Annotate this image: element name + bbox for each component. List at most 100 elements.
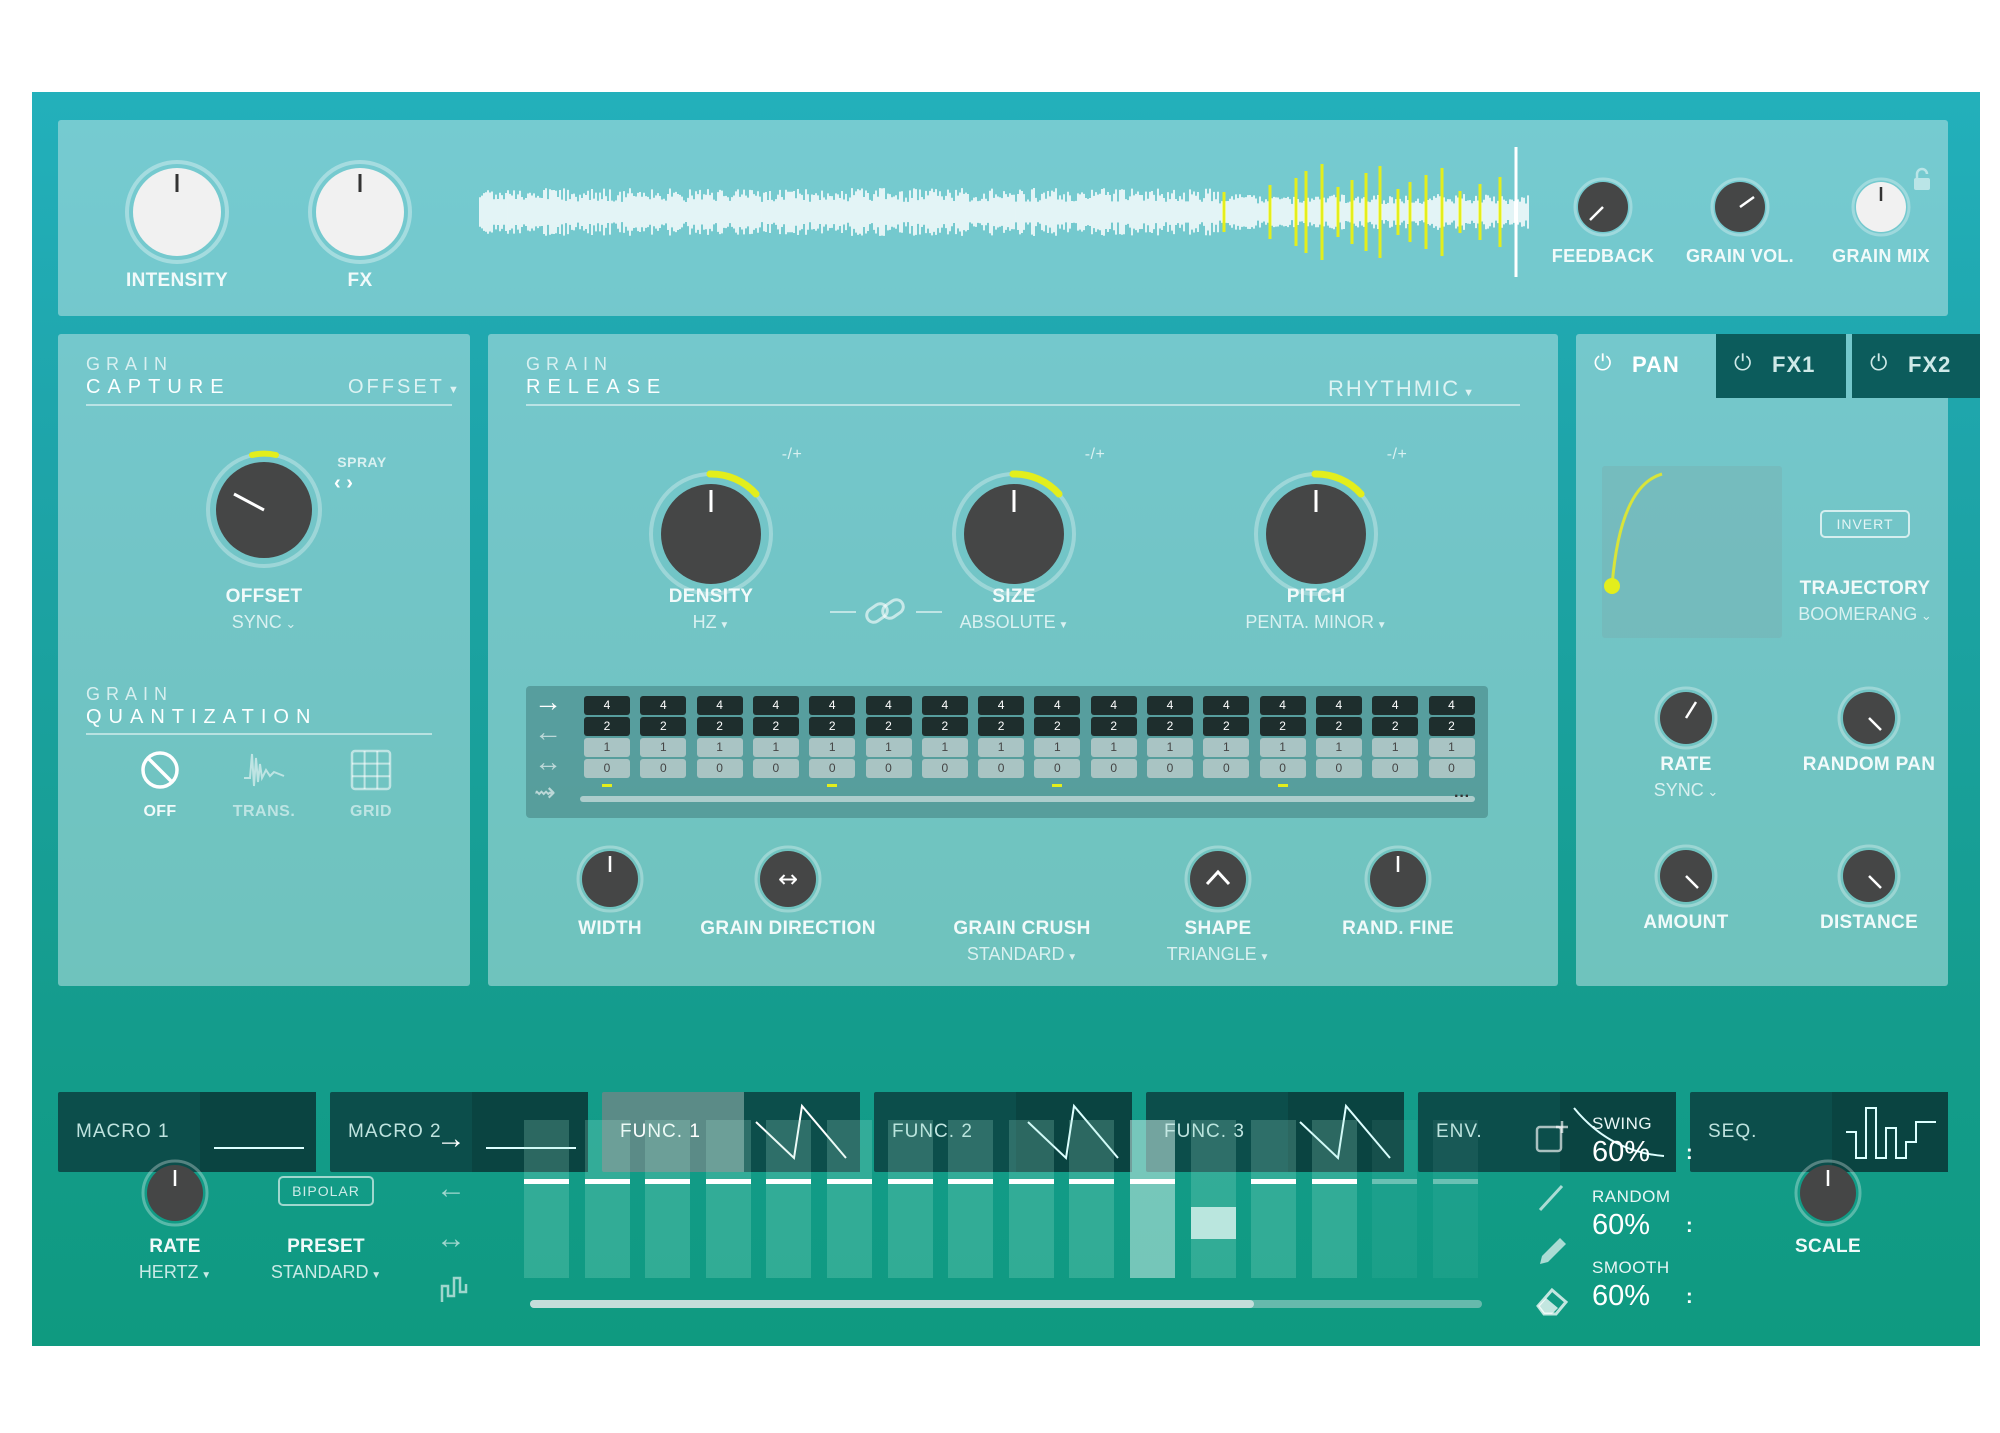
sequencer-step[interactable] (1009, 1120, 1054, 1278)
step-cell[interactable]: 2 (1429, 717, 1475, 736)
sequencer-step[interactable] (827, 1120, 872, 1278)
distance-knob[interactable] (1837, 844, 1901, 908)
seq-scrollbar-thumb[interactable] (530, 1300, 1254, 1308)
random-arrow-icon[interactable]: ⇝ (534, 778, 556, 806)
swing-stepper-icon[interactable]: : (1686, 1142, 1693, 1165)
sequencer-step[interactable] (1130, 1120, 1175, 1278)
offset-sub-dropdown[interactable]: SYNC ⌄ (204, 612, 324, 633)
step-cell[interactable]: 1 (809, 738, 855, 757)
step-cell[interactable]: 4 (922, 696, 968, 715)
pitch-sub-dropdown[interactable]: PENTA. MINOR ▼ (1221, 612, 1411, 633)
step-cell[interactable]: 0 (1203, 759, 1249, 778)
add-step-icon[interactable] (1534, 1120, 1570, 1156)
step-column[interactable]: 4 2 1 0 (1316, 696, 1362, 782)
step-cell[interactable]: 4 (640, 696, 686, 715)
backward-arrow-icon[interactable]: ← (534, 718, 562, 746)
sequencer-step[interactable] (1433, 1120, 1478, 1278)
eraser-icon[interactable] (1534, 1282, 1570, 1318)
bipolar-button[interactable]: BIPOLAR (278, 1176, 374, 1206)
step-cell[interactable]: 1 (1372, 738, 1418, 757)
pan-rate-dropdown[interactable]: SYNC ⌄ (1626, 780, 1746, 801)
step-cell[interactable]: 2 (1147, 717, 1193, 736)
step-column[interactable]: 4 2 1 0 (922, 696, 968, 782)
feedback-knob[interactable] (1573, 177, 1633, 237)
step-cell[interactable]: 4 (1260, 696, 1306, 715)
seq-backward-arrow-icon[interactable]: ← (436, 1172, 466, 1206)
transient-icon[interactable] (242, 748, 286, 792)
step-column[interactable]: 4 2 1 0 (809, 696, 855, 782)
off-icon[interactable] (138, 748, 182, 792)
step-cell[interactable]: 1 (1203, 738, 1249, 757)
grid-icon[interactable] (349, 748, 393, 792)
link-icon[interactable] (830, 592, 942, 632)
step-cell[interactable]: 4 (584, 696, 630, 715)
density-knob[interactable] (643, 466, 779, 602)
shape-knob[interactable] (1183, 844, 1253, 914)
step-column[interactable]: 4 2 1 0 (584, 696, 630, 782)
step-cell[interactable]: 2 (584, 717, 630, 736)
step-cell[interactable]: 2 (697, 717, 743, 736)
sequencer-step[interactable] (948, 1120, 993, 1278)
step-cell[interactable]: 2 (866, 717, 912, 736)
step-cell[interactable]: 1 (922, 738, 968, 757)
pencil-icon[interactable] (1534, 1232, 1570, 1268)
lock-icon[interactable] (1912, 168, 1932, 192)
step-cell[interactable]: 0 (640, 759, 686, 778)
step-column[interactable]: 4 2 1 0 (1372, 696, 1418, 782)
capture-mode-dropdown[interactable]: OFFSET ▼ (348, 376, 459, 399)
rand-fine-knob[interactable] (1363, 844, 1433, 914)
more-icon[interactable]: ··· (1454, 788, 1470, 806)
offset-knob[interactable] (202, 448, 326, 572)
step-cell[interactable]: 4 (978, 696, 1024, 715)
pitch-knob[interactable] (1248, 466, 1384, 602)
tab-pan[interactable]: ⏻ PAN (1576, 334, 1710, 398)
step-cell[interactable]: 0 (1429, 759, 1475, 778)
step-column[interactable]: 4 2 1 0 (753, 696, 799, 782)
step-cell[interactable]: 0 (1260, 759, 1306, 778)
grain-vol-knob[interactable] (1710, 177, 1770, 237)
seq-rate-dropdown[interactable]: HERTZ ▼ (115, 1262, 235, 1283)
sequencer-step[interactable] (1251, 1120, 1296, 1278)
trajectory-pad[interactable] (1602, 466, 1782, 638)
step-cell[interactable]: 1 (640, 738, 686, 757)
tab-fx1[interactable]: ⏻ FX1 (1716, 334, 1846, 398)
step-cell[interactable]: 0 (866, 759, 912, 778)
sequencer-step[interactable] (645, 1120, 690, 1278)
step-cell[interactable]: 1 (584, 738, 630, 757)
step-cell[interactable]: 0 (1372, 759, 1418, 778)
seq-bidirectional-arrow-icon[interactable]: ↔ (436, 1222, 466, 1256)
step-cell[interactable]: 1 (1316, 738, 1362, 757)
step-column[interactable]: 4 2 1 0 (978, 696, 1024, 782)
release-mode-dropdown[interactable]: RHYTHMIC ▼ (1328, 376, 1474, 402)
preset-dropdown[interactable]: STANDARD ▼ (246, 1262, 406, 1283)
step-cell[interactable]: 4 (1429, 696, 1475, 715)
step-column[interactable]: 4 2 1 0 (866, 696, 912, 782)
step-cell[interactable]: 2 (1034, 717, 1080, 736)
step-column[interactable]: 4 2 1 0 (1203, 696, 1249, 782)
step-column[interactable]: 4 2 1 0 (640, 696, 686, 782)
step-cell[interactable]: 1 (978, 738, 1024, 757)
step-cell[interactable]: 1 (1260, 738, 1306, 757)
step-column[interactable]: 4 2 1 0 (1429, 696, 1475, 782)
step-column[interactable]: 4 2 1 0 (1260, 696, 1306, 782)
step-cell[interactable]: 2 (1316, 717, 1362, 736)
line-tool-icon[interactable] (1534, 1180, 1570, 1216)
step-scrollbar[interactable] (580, 796, 1475, 802)
sequencer-step[interactable] (524, 1120, 569, 1278)
bidirectional-arrow-icon[interactable]: ↔ (534, 748, 562, 776)
step-cell[interactable]: 1 (697, 738, 743, 757)
step-cell[interactable]: 4 (1091, 696, 1137, 715)
waveform-display[interactable] (480, 157, 1530, 267)
step-cell[interactable]: 2 (640, 717, 686, 736)
scale-knob[interactable] (1793, 1158, 1863, 1228)
step-cell[interactable]: 4 (697, 696, 743, 715)
step-cell[interactable]: 0 (922, 759, 968, 778)
trajectory-dropdown[interactable]: BOOMERANG ⌄ (1775, 604, 1955, 625)
sequencer-step[interactable] (766, 1120, 811, 1278)
random-value[interactable]: 60% (1592, 1209, 1650, 1242)
sequencer-step[interactable] (706, 1120, 751, 1278)
smooth-value[interactable]: 60% (1592, 1280, 1650, 1313)
invert-button[interactable]: INVERT (1820, 510, 1910, 538)
step-column[interactable]: 4 2 1 0 (1034, 696, 1080, 782)
step-column[interactable]: 4 2 1 0 (697, 696, 743, 782)
